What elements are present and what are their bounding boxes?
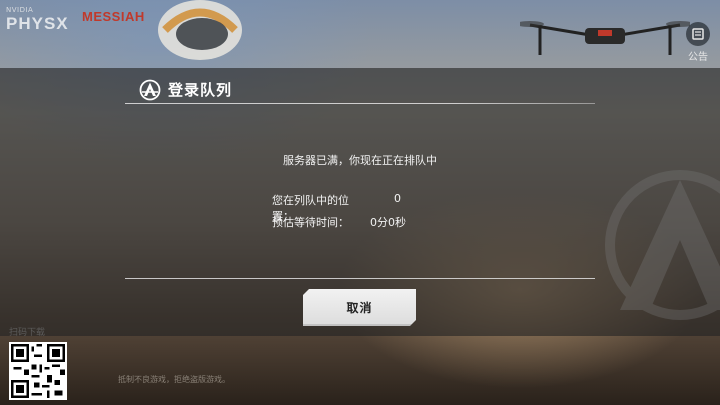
notice-icon bbox=[686, 22, 710, 46]
queue-message: 服务器已满，你现在正在排队中 bbox=[283, 154, 437, 167]
notice-button[interactable]: 公告 bbox=[683, 22, 713, 63]
wait-time-label: 预估等待时间： bbox=[272, 216, 349, 229]
nvidia-label: NVIDIA bbox=[6, 6, 34, 14]
wait-time-value: 0分0秒 bbox=[370, 216, 406, 229]
drone-illustration bbox=[520, 21, 690, 55]
physx-logo: NVIDIA PHYSX bbox=[6, 6, 69, 34]
cancel-button[interactable]: 取消 bbox=[303, 289, 416, 326]
footer-notice: 抵制不良游戏，拒绝盗版游戏。 bbox=[118, 375, 230, 384]
cancel-button-label: 取消 bbox=[346, 301, 373, 315]
game-logo-icon bbox=[139, 79, 161, 100]
header-divider bbox=[125, 103, 595, 104]
physx-label: PHYSX bbox=[6, 14, 69, 33]
dialog-header: 登录队列 bbox=[125, 73, 595, 106]
messiah-logo: MESSIAH bbox=[82, 9, 145, 24]
footer-divider bbox=[125, 278, 595, 279]
wait-time-row: 预估等待时间： 0分0秒 bbox=[272, 214, 430, 230]
notice-label: 公告 bbox=[688, 52, 708, 63]
qr-download: 扫码下载 bbox=[9, 325, 67, 400]
dialog-title: 登录队列 bbox=[168, 81, 233, 99]
login-queue-dialog: 登录队列 服务器已满，你现在正在排队中 您在列队中的位置： 0 预估等待时间： … bbox=[0, 68, 720, 336]
qr-code bbox=[9, 342, 67, 400]
helmet-illustration bbox=[158, 0, 242, 60]
